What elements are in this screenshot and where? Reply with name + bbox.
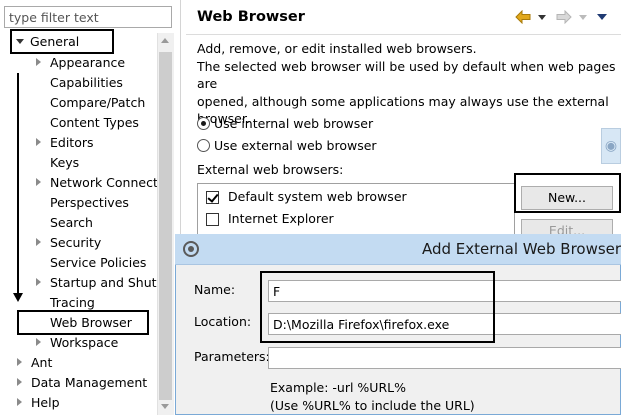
tree-item-label: Editors — [50, 135, 94, 150]
tree-item-label: Startup and Shutd — [50, 275, 165, 290]
annotation-arrow-line — [17, 73, 19, 295]
parameters-field[interactable] — [268, 347, 621, 369]
tree-item-service-policies[interactable]: Service Policies — [50, 253, 146, 272]
tree-item-label: Perspectives — [50, 195, 129, 210]
checkbox-icon[interactable] — [206, 213, 219, 226]
name-label: Name: — [194, 282, 236, 297]
tree-item-perspectives[interactable]: Perspectives — [50, 193, 129, 212]
tree-item-label: Tracing — [50, 295, 95, 310]
collapsed-chevron-icon — [36, 178, 41, 186]
location-label: Location: — [194, 314, 252, 329]
tree-item-label: Service Policies — [50, 255, 147, 270]
view-menu-icon[interactable] — [597, 14, 607, 20]
scrollbar-thumb[interactable] — [159, 52, 172, 400]
tree-item-label: Ant — [31, 355, 53, 370]
radio-label: Use internal web browser — [214, 116, 374, 131]
parameters-hint: (Use %URL% to include the URL) — [270, 398, 475, 413]
tree-item-content-types[interactable]: Content Types — [50, 113, 139, 132]
list-item[interactable]: Internet Explorer — [206, 210, 506, 228]
forward-arrow-icon[interactable] — [556, 10, 572, 24]
list-item-label: Default system web browser — [228, 189, 407, 204]
forward-dropdown-chevron-icon[interactable] — [579, 15, 587, 20]
checkbox-checked-icon[interactable] — [206, 191, 219, 204]
parameters-label: Parameters: — [194, 349, 270, 364]
gear-icon — [183, 241, 199, 257]
collapsed-chevron-icon — [36, 278, 41, 286]
radio-internal-browser[interactable]: Use internal web browser — [197, 115, 397, 133]
tree-item-capabilities[interactable]: Capabilities — [50, 73, 123, 92]
collapsed-chevron-icon — [17, 398, 22, 406]
back-dropdown-chevron-icon[interactable] — [538, 15, 546, 20]
description-line: Add, remove, or edit installed web brows… — [197, 41, 477, 56]
filter-input[interactable] — [4, 6, 172, 28]
tree-item-label: Compare/Patch — [50, 95, 146, 110]
collapsed-chevron-icon — [17, 358, 22, 366]
description-line: The selected web browser will be used by… — [197, 58, 616, 92]
tree-item-label: Web Browser — [50, 315, 132, 330]
tree-item-label: Appearance — [50, 55, 126, 70]
dialog-title: Add External Web Browser — [422, 240, 621, 258]
parameters-example: Example: -url %URL% — [270, 380, 406, 395]
tree-item-label: Search — [50, 215, 93, 230]
tree-item-label: Security — [50, 235, 102, 250]
scroll-up-arrow-icon[interactable] — [161, 38, 169, 43]
external-browsers-label: External web browsers: — [197, 162, 344, 177]
tree-item-label: Keys — [50, 155, 80, 170]
list-item-label: Internet Explorer — [228, 211, 334, 226]
collapsed-chevron-icon — [17, 378, 22, 386]
collapsed-chevron-icon — [36, 238, 41, 246]
tree-item-compare-patch[interactable]: Compare/Patch — [50, 93, 145, 112]
tree-item-label: Data Management — [31, 375, 148, 390]
tree-item-label: Capabilities — [50, 75, 123, 90]
radio-external-browser[interactable]: Use external web browser — [197, 137, 397, 155]
tree-item-label: Help — [31, 395, 60, 410]
page-title: Web Browser — [197, 9, 305, 25]
scroll-down-arrow-icon[interactable] — [161, 404, 169, 409]
annotation-arrow-head-icon — [13, 293, 23, 302]
description-line: opened, although some applications may a… — [197, 93, 609, 109]
tree-item-label: Workspace — [50, 335, 119, 350]
header-separator — [186, 34, 621, 35]
tree-item-label: General — [30, 34, 80, 49]
tree-item-web-browser[interactable]: Web Browser — [50, 313, 132, 332]
tree-item-search[interactable]: Search — [50, 213, 93, 232]
collapsed-chevron-icon — [36, 138, 41, 146]
radio-button-icon[interactable] — [197, 139, 210, 152]
list-item[interactable]: Default system web browser — [206, 188, 506, 206]
browser-globe-icon: ◉ — [601, 128, 621, 164]
new-button[interactable]: New... — [521, 186, 613, 210]
tree-item-label: Content Types — [50, 115, 139, 130]
expanded-chevron-icon — [16, 39, 24, 44]
radio-button-icon[interactable] — [197, 117, 210, 130]
collapsed-chevron-icon — [36, 58, 41, 66]
tree-item-keys[interactable]: Keys — [50, 153, 79, 172]
collapsed-chevron-icon — [36, 338, 41, 346]
annotation-box-name-location — [260, 271, 495, 343]
back-arrow-icon[interactable] — [515, 10, 531, 24]
radio-label: Use external web browser — [214, 138, 377, 153]
tree-item-label: Network Connectio — [50, 175, 169, 190]
